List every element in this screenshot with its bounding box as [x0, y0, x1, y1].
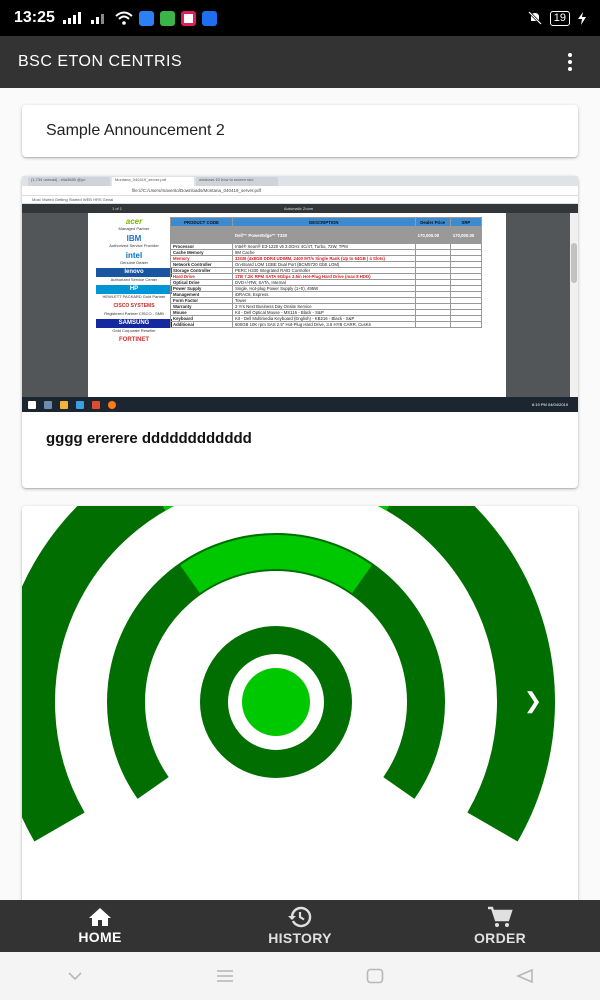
spec-model: Dell™ PowerEdge™ T330 — [232, 226, 416, 244]
spec-header: SRP — [449, 217, 483, 227]
browser-tab: Montana_040419_server.pdf — [112, 177, 194, 186]
announcement-card[interactable]: Sample Announcement 2 — [22, 105, 578, 157]
bottom-navigation: HOME HISTORY ORDER — [0, 900, 600, 952]
nav-label: ORDER — [473, 930, 527, 946]
taskbar-app-icon — [76, 400, 84, 409]
windows-taskbar: 6:19 PM 04/04/2019 — [22, 397, 578, 412]
app-bar: BSC ETON CENTRIS — [0, 36, 600, 88]
partner-logo: acer Managed Partner — [118, 217, 150, 231]
dealer-price: 170,000.00 — [414, 226, 451, 244]
nav-history[interactable]: HISTORY — [200, 900, 400, 952]
more-options-icon[interactable] — [558, 50, 582, 74]
spec-table: PRODUCT CODE DESCRIPTION Dealer Price SR… — [170, 217, 483, 328]
taskbar-app-icon — [44, 400, 52, 409]
partner-logos: acer Managed Partner IBM Authorized Servic… — [96, 217, 172, 348]
back-icon[interactable] — [516, 968, 534, 984]
partner-logo: lenovo Authorized Service Center — [96, 268, 172, 282]
slack-icon — [180, 10, 196, 26]
carousel-dot[interactable] — [315, 883, 331, 899]
srp-price: 170,000.00 — [449, 226, 483, 244]
windows-start-icon — [28, 400, 36, 409]
spec-header: PRODUCT CODE — [170, 217, 233, 227]
mute-icon — [527, 11, 542, 25]
carousel-dot[interactable] — [269, 883, 285, 899]
nav-home[interactable]: HOME — [0, 900, 200, 952]
spec-header: DESCRIPTION — [232, 217, 416, 227]
home-icon — [89, 908, 111, 926]
spec-value: 600GB 10K rpm SAS 2.5" Hot-Plug Hard Dri… — [232, 321, 416, 328]
announcement-feed[interactable]: Sample Announcement 2 (1,734 unread) - e… — [0, 88, 600, 900]
battery-level: 19 — [549, 10, 570, 26]
cart-icon — [488, 906, 513, 927]
partner-logo: CISCO SYSTEMS Registered Partner CISCO - … — [104, 303, 164, 316]
signal-icon-2 — [90, 14, 104, 24]
spec-model-row: Dell™ PowerEdge™ T330 170,000.00 170,000… — [170, 226, 483, 244]
recent-apps-icon[interactable] — [216, 969, 234, 983]
image-carousel[interactable]: ❮ ❯ — [22, 506, 578, 900]
app-title: BSC ETON CENTRIS — [18, 53, 183, 70]
browser-tab: (1,734 unread) - ella3680 @yo — [28, 177, 110, 186]
partner-logo: SAMSUNG Gold Corporate Reseller — [96, 319, 172, 333]
pdf-zoom: Automatic Zoom — [284, 206, 314, 211]
nav-label: HISTORY — [268, 930, 332, 946]
signal-icon — [62, 12, 81, 24]
partner-logo: FORTINET — [119, 337, 149, 343]
browser-url: file:///C:/Users/maverito/Downloads/Mont… — [22, 186, 578, 196]
partner-logo: IBM Authorized Service Provider — [109, 234, 159, 248]
firefox-icon — [108, 400, 116, 409]
partner-logo: HP HEWLETT PACKARD Gold Partner — [96, 285, 172, 299]
chevron-left-icon[interactable]: ❮ — [56, 686, 86, 716]
wifi-icon — [115, 11, 133, 25]
bluetooth-app-icon — [201, 10, 217, 26]
pdf-page-indicator: 1 of 1 — [112, 206, 123, 211]
announcement-text: gggg ererere dddddddddddd — [46, 430, 252, 447]
spec-row: Additional 600GB 10K rpm SAS 2.5" Hot-Plu… — [170, 321, 483, 328]
shield-app-icon — [159, 10, 175, 26]
pdf-scrollbar — [570, 213, 578, 397]
partner-logo: intel Genuine Dealer — [119, 251, 149, 265]
messenger-icon — [138, 10, 154, 26]
system-navigation — [0, 952, 600, 1000]
announcement-card[interactable]: (1,734 unread) - ella3680 @yo Montana_04… — [22, 176, 578, 488]
carousel-logo-image — [22, 506, 578, 900]
history-icon — [288, 906, 312, 928]
taskbar-app-icon — [60, 400, 68, 409]
status-icons — [62, 10, 217, 26]
browser-bookmarks: Most Visited Getting Started WEB HRS Gen… — [22, 196, 578, 204]
announcement-title: Sample Announcement 2 — [46, 122, 225, 139]
taskbar-app-icon — [92, 400, 100, 409]
announcement-image: (1,734 unread) - ella3680 @yo Montana_04… — [22, 176, 578, 412]
browser-tabs: (1,734 unread) - ella3680 @yo Montana_04… — [22, 176, 578, 186]
nav-label: HOME — [78, 929, 122, 945]
status-time: 13:25 — [14, 9, 55, 26]
chevron-right-icon[interactable]: ❯ — [518, 686, 548, 716]
chevron-down-icon[interactable] — [66, 971, 84, 981]
status-right: 19 — [527, 10, 586, 26]
carousel-dots — [22, 883, 578, 899]
charging-icon — [578, 11, 586, 25]
browser-tab: windows 10 how to screen sho — [196, 177, 278, 186]
pdf-page: acer Managed Partner IBM Authorized Servic… — [88, 213, 506, 397]
pdf-toolbar: 1 of 1 Automatic Zoom — [22, 204, 578, 213]
spec-header: Dealer Price — [414, 217, 451, 227]
spec-label: Additional — [170, 321, 233, 328]
nav-order[interactable]: ORDER — [400, 900, 600, 952]
home-button-icon[interactable] — [366, 968, 384, 984]
taskbar-clock: 6:19 PM 04/04/2019 — [531, 402, 568, 407]
status-bar: 13:25 19 — [0, 0, 600, 36]
pdf-viewer: acer Managed Partner IBM Authorized Servic… — [22, 213, 578, 397]
